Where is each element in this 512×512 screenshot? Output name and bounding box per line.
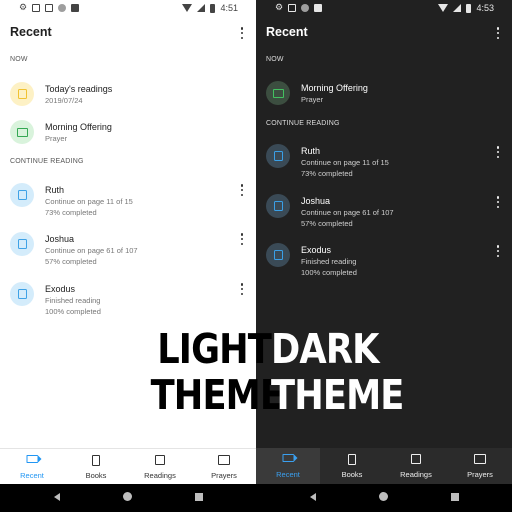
item-menu-icon[interactable] [495,244,501,258]
label-icon [282,453,298,462]
bottom-navigation: Recent Books Readings Prayers [0,448,256,484]
tab-recent[interactable]: Recent [256,448,320,484]
wifi-icon [182,4,193,12]
item-menu-icon[interactable] [239,183,245,197]
light-theme-screen: ⚙ 4:51 Recent NOW Today's readings 2019/… [0,0,256,512]
dark-theme-screen: ⚙ 4:53 Recent NOW Morning Offering Praye… [256,0,512,512]
prayer-bubble-icon [266,81,290,105]
section-now: NOW [10,56,28,63]
tab-prayers[interactable]: Prayers [192,449,256,484]
page-title: Recent [266,25,308,39]
list-item-ruth[interactable]: Ruth Continue on page 11 of 15 73% compl… [10,183,250,217]
tab-books[interactable]: Books [320,448,384,484]
book-icon [348,454,356,465]
light-theme-caption: LIGHT THEME [150,325,284,419]
list-item-morning-offering[interactable]: Morning Offering Prayer [10,120,250,152]
book-icon [10,232,34,256]
label-icon [26,454,42,463]
wifi-icon [438,4,449,12]
home-icon[interactable] [379,492,388,501]
prayer-bubble-icon [474,454,486,464]
book-icon [10,183,34,207]
book-icon [92,455,100,466]
section-continue-reading: CONTINUE READING [266,120,340,127]
book-icon [10,282,34,306]
sd-card-icon [314,3,323,12]
tab-prayers[interactable]: Prayers [448,448,512,484]
prayer-bubble-icon [10,120,34,144]
battery-icon [210,3,216,13]
reading-icon [411,454,421,464]
item-menu-icon[interactable] [239,232,245,246]
list-item-joshua[interactable]: Joshua Continue on page 61 of 107 57% co… [10,232,250,266]
list-item-exodus[interactable]: Exodus Finished reading 100% completed [10,282,250,316]
back-icon[interactable] [54,493,60,501]
tab-readings[interactable]: Readings [384,448,448,484]
signal-icon [197,4,206,12]
section-continue-reading: CONTINUE READING [10,158,84,165]
book-icon [266,194,290,218]
signal-icon [453,4,462,12]
item-menu-icon[interactable] [495,195,501,209]
notification-icon [32,3,41,12]
reading-icon [10,82,34,106]
book-icon [266,144,290,168]
dark-theme-caption: DARK THEME [271,325,404,419]
home-icon[interactable] [123,492,132,501]
back-icon[interactable] [310,493,316,501]
battery-icon [466,3,472,13]
bottom-navigation: Recent Books Readings Prayers [256,448,512,484]
list-item-todays-readings[interactable]: Today's readings 2019/07/24 [10,82,250,114]
item-menu-icon[interactable] [239,282,245,296]
clock: 4:51 [220,3,238,13]
system-navigation-bar [0,484,512,512]
circle-notification-icon [58,3,67,12]
section-now: NOW [266,56,284,63]
overflow-menu-icon[interactable] [239,26,245,40]
list-item-exodus[interactable]: Exodus Finished reading 100% completed [266,243,506,277]
book-icon [266,243,290,267]
settings-icon: ⚙ [19,2,28,12]
sd-card-icon [71,3,80,12]
list-item-ruth[interactable]: Ruth Continue on page 11 of 15 73% compl… [266,144,506,178]
clock: 4:53 [476,3,494,13]
reading-icon [155,455,165,465]
list-item-joshua[interactable]: Joshua Continue on page 61 of 107 57% co… [266,194,506,228]
chat-notification-icon [288,3,297,12]
tab-books[interactable]: Books [64,449,128,484]
list-item-morning-offering[interactable]: Morning Offering Prayer [266,81,506,113]
chat-notification-icon [45,3,54,12]
circle-notification-icon [301,3,310,12]
status-bar: ⚙ 4:51 [0,0,256,16]
item-menu-icon[interactable] [495,145,501,159]
recents-icon[interactable] [451,493,459,501]
page-title: Recent [10,25,52,39]
prayer-bubble-icon [218,455,230,465]
recents-icon[interactable] [195,493,203,501]
status-bar: ⚙ 4:53 [256,0,512,16]
tab-readings[interactable]: Readings [128,449,192,484]
overflow-menu-icon[interactable] [495,26,501,40]
tab-recent[interactable]: Recent [0,449,64,484]
settings-icon: ⚙ [275,2,284,12]
